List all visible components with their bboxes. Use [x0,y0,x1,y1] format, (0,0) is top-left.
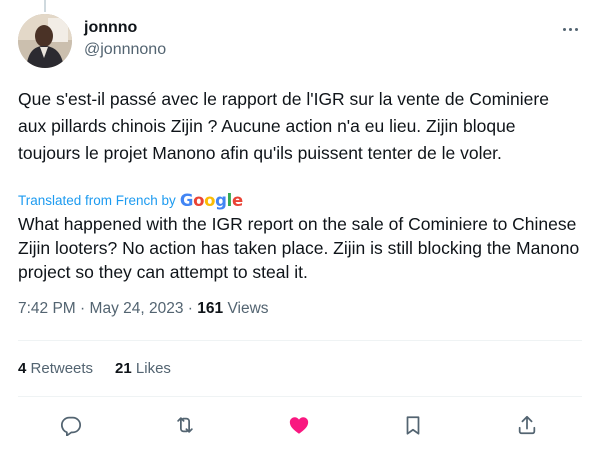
retweets-label: Retweets [30,360,94,377]
retweet-icon [177,417,193,433]
reply-button[interactable] [54,408,88,442]
more-options-icon[interactable] [558,20,582,38]
avatar-image [18,14,72,68]
bookmark-icon [406,416,420,435]
action-bar [54,408,544,442]
translation-attribution[interactable]: Translated from French by Google [18,190,243,210]
divider [18,340,582,341]
divider [18,396,582,397]
user-handle[interactable]: @jonnnono [84,40,166,60]
share-icon [518,415,536,435]
likes-stat[interactable]: 21 Likes [115,359,171,379]
tweet-translation-text: What happened with the IGR report on the… [18,214,580,282]
like-button[interactable] [282,408,316,442]
views-count: 161 [197,300,224,317]
views-label: Views [227,300,269,317]
tweet-time[interactable]: 7:42 PM [18,300,76,317]
google-logo: Google [179,190,243,210]
retweets-stat[interactable]: 4 Retweets [18,359,93,379]
tweet-header: jonnno @jonnnono [18,14,582,70]
tweet-original-text: Que s'est-il passé avec le rapport de l'… [18,89,549,163]
author-names: jonnno @jonnnono [84,18,166,60]
engagement-stats: 4 Retweets 21 Likes [18,359,193,379]
thread-connector-line [44,0,46,12]
retweets-count: 4 [18,360,27,377]
share-button[interactable] [510,408,544,442]
tweet-date[interactable]: May 24, 2023 [90,300,184,317]
likes-count: 21 [115,360,132,377]
meta-separator: · [187,300,193,317]
display-name[interactable]: jonnno [84,18,166,38]
tweet-metadata: 7:42 PM · May 24, 2023 · 161 Views [18,299,269,319]
translated-from-label[interactable]: Translated from French by [18,193,176,208]
reply-icon [60,416,82,436]
retweet-button[interactable] [168,408,202,442]
avatar[interactable] [18,14,72,68]
meta-separator: · [80,300,86,317]
likes-label: Likes [135,360,171,377]
bookmark-button[interactable] [396,408,430,442]
heart-icon [289,417,309,434]
